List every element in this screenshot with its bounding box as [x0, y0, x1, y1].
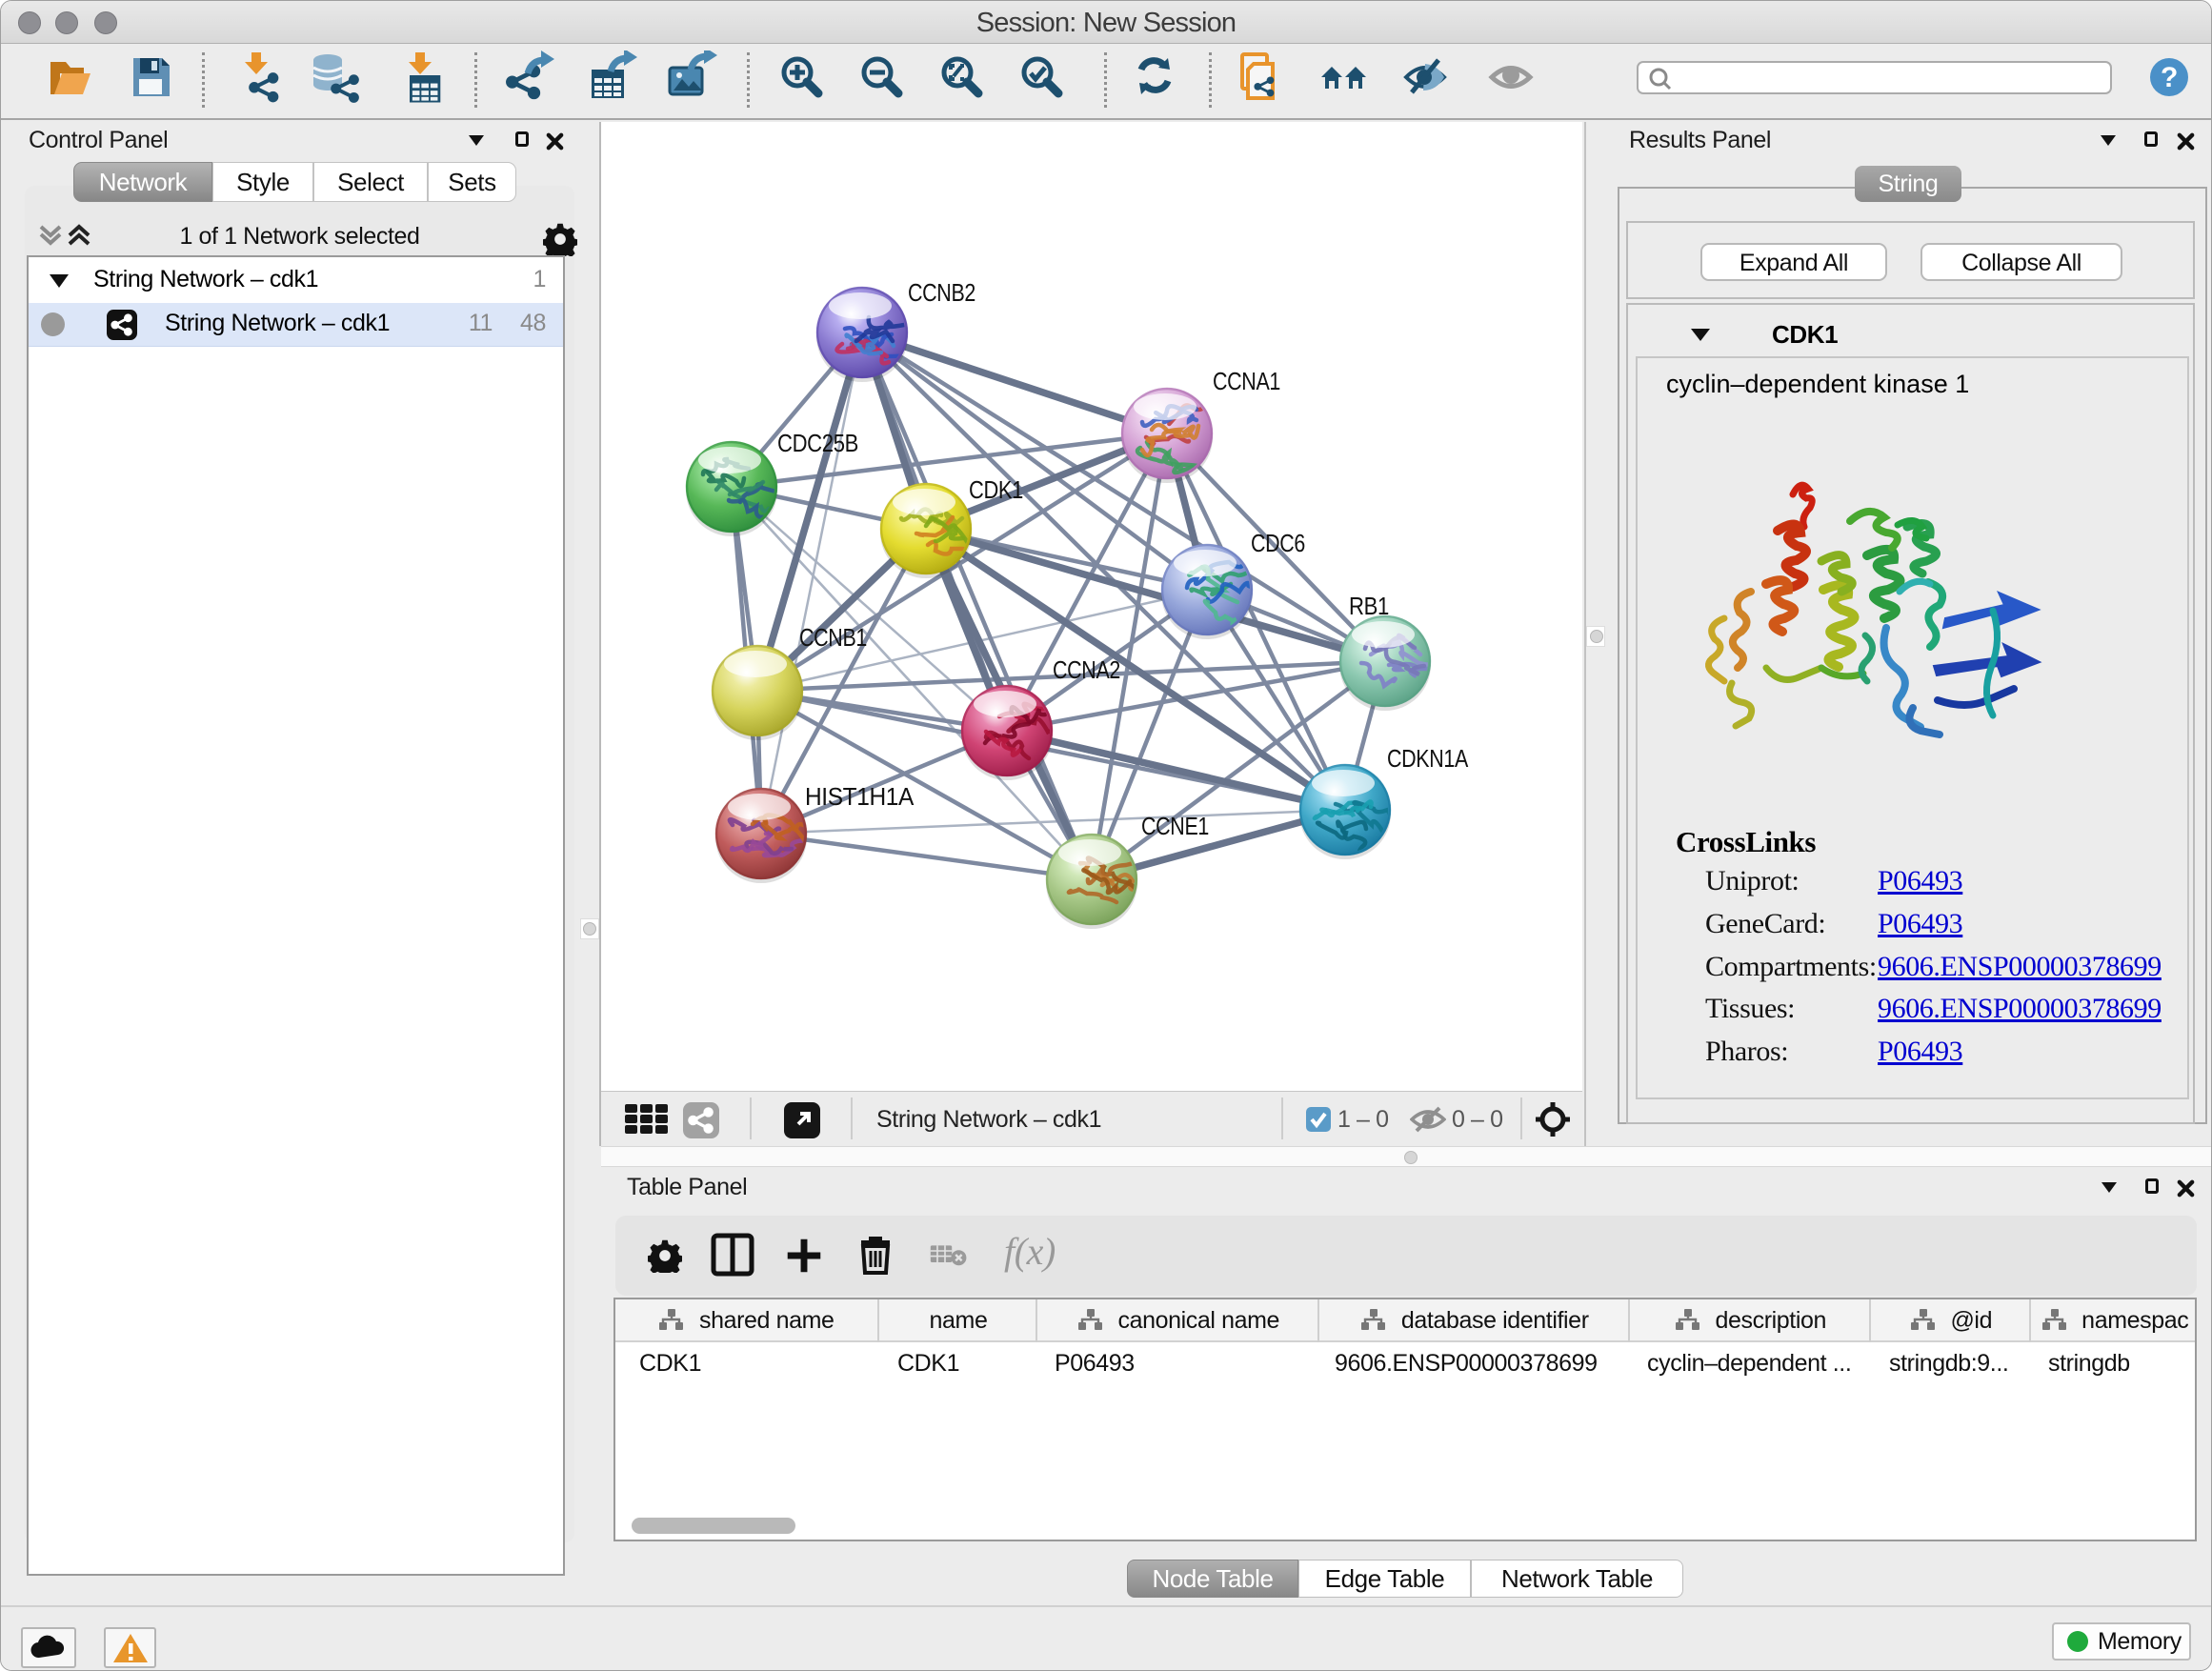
svg-text:RB1: RB1 [1349, 592, 1389, 620]
svg-text:?: ? [2161, 62, 2178, 93]
svg-text:CCNA2: CCNA2 [1053, 655, 1120, 684]
svg-text:CDK1: CDK1 [969, 475, 1023, 504]
svg-text:HIST1H1A: HIST1H1A [805, 782, 915, 811]
svg-text:CCNA1: CCNA1 [1213, 367, 1280, 395]
svg-text:CDC25B: CDC25B [777, 429, 858, 457]
svg-text:CDC6: CDC6 [1251, 529, 1305, 557]
svg-text:CCNB1: CCNB1 [799, 623, 867, 652]
svg-text:CCNE1: CCNE1 [1141, 812, 1209, 840]
svg-text:CDKN1A: CDKN1A [1387, 744, 1469, 773]
svg-text:CCNB2: CCNB2 [908, 278, 975, 307]
